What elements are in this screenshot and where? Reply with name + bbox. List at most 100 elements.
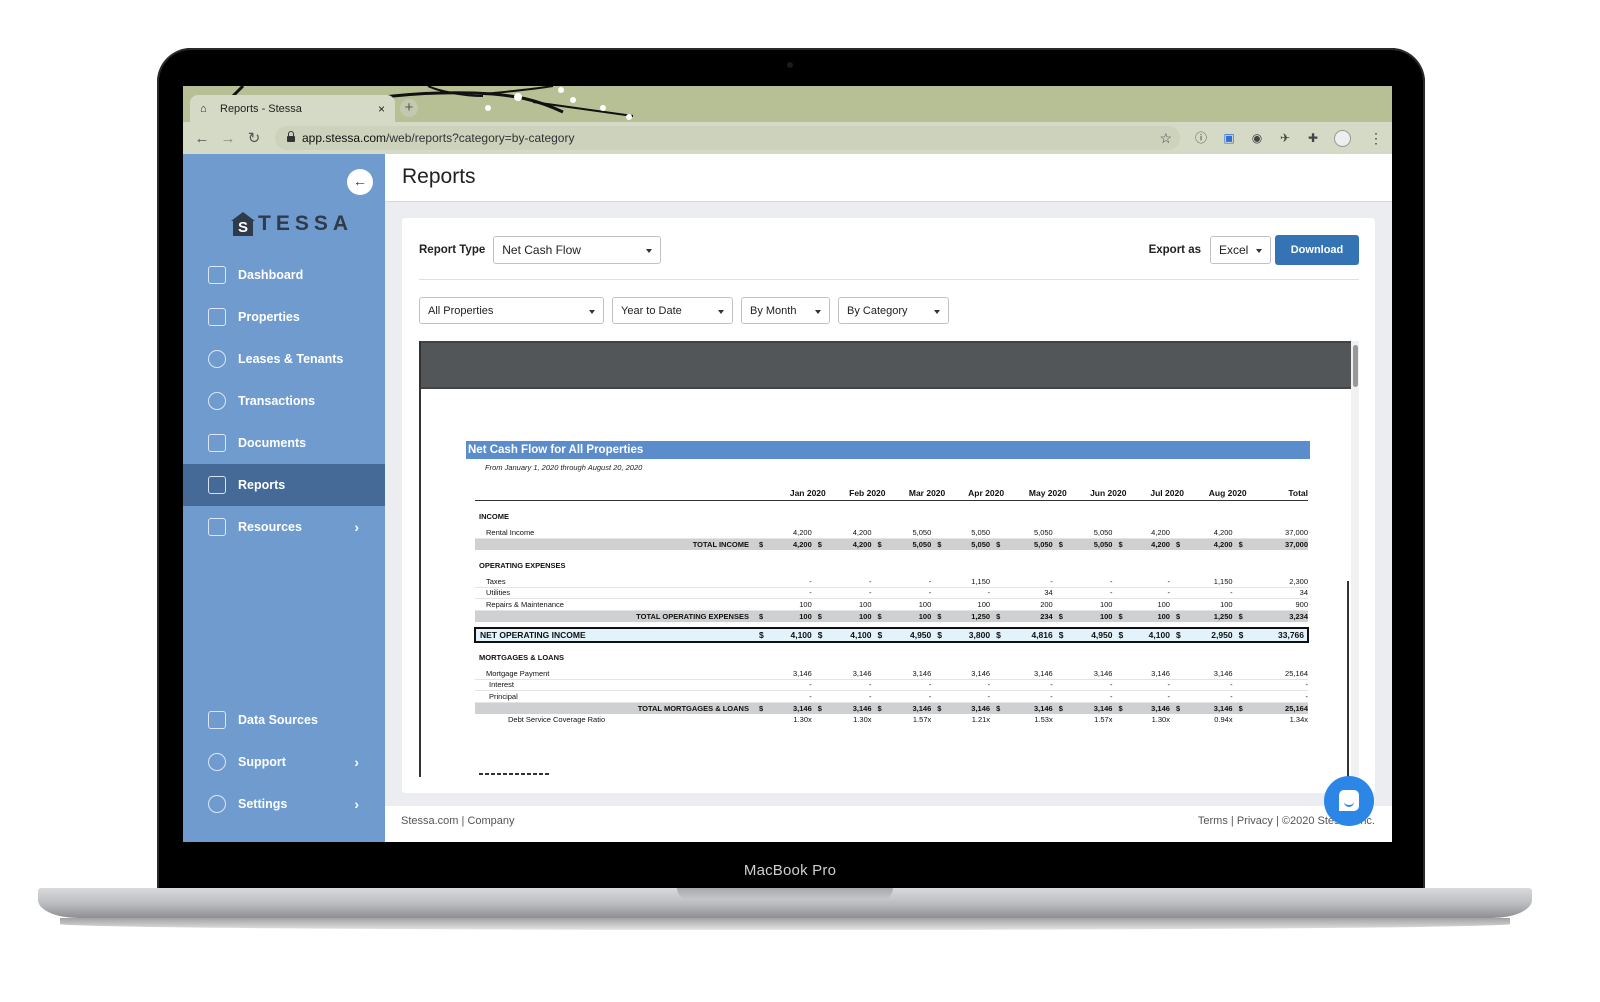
bird-extension-icon[interactable]: ✈ bbox=[1278, 131, 1292, 145]
currency-symbol: $ bbox=[811, 610, 826, 622]
table-row: Repairs & Maintenance 100 100 100 100 200 100 1… bbox=[475, 598, 1308, 611]
sidebar-item-transactions[interactable]: Transactions bbox=[183, 380, 385, 422]
section-heading-row: INCOME bbox=[475, 501, 1308, 527]
cell-value: 25,164 bbox=[1246, 667, 1308, 680]
export-format-select[interactable]: Excel bbox=[1210, 236, 1271, 264]
currency-symbol: $ bbox=[752, 610, 767, 622]
cell-value: - bbox=[825, 587, 872, 599]
currency-symbol bbox=[990, 714, 1004, 726]
table-row: Utilities - - - - 34 - - - 34 bbox=[475, 587, 1308, 599]
sidebar-item-dashboard[interactable]: Dashboard bbox=[183, 254, 385, 296]
scrollbar-thumb[interactable] bbox=[1353, 345, 1358, 387]
chat-support-button[interactable] bbox=[1324, 776, 1374, 826]
currency-symbol bbox=[811, 526, 826, 539]
caret-down-icon bbox=[718, 310, 724, 314]
currency-symbol bbox=[1232, 575, 1247, 588]
currency-symbol bbox=[1052, 526, 1067, 539]
more-menu-icon[interactable]: ⋮ bbox=[1369, 130, 1383, 147]
puzzle-extension-icon[interactable]: ✚ bbox=[1306, 131, 1320, 145]
bookmark-star-icon[interactable]: ☆ bbox=[1159, 130, 1172, 147]
currency-symbol: $ bbox=[931, 610, 946, 622]
cell-value: 4,100 bbox=[825, 626, 872, 643]
currency-symbol bbox=[931, 598, 946, 611]
sidebar-item-support[interactable]: Support › bbox=[183, 741, 385, 783]
cell-value: 100 bbox=[825, 610, 872, 622]
currency-symbol bbox=[1112, 587, 1127, 599]
sidebar-item-documents[interactable]: Documents bbox=[183, 422, 385, 464]
report-type-select[interactable]: Net Cash Flow bbox=[493, 236, 662, 264]
close-tab-icon[interactable]: × bbox=[378, 102, 385, 116]
cell-value: - bbox=[766, 587, 812, 599]
download-button[interactable]: Download bbox=[1275, 235, 1359, 265]
section-heading: INCOME bbox=[479, 511, 509, 521]
grouping-filter-select[interactable]: By Category bbox=[838, 297, 949, 324]
preview-scrollbar[interactable] bbox=[1351, 341, 1359, 777]
footer-link-privacy[interactable]: Privacy bbox=[1237, 815, 1273, 827]
caret-down-icon bbox=[815, 310, 821, 314]
currency-symbol bbox=[1112, 679, 1127, 691]
row-label: Repairs & Maintenance bbox=[475, 598, 753, 611]
sidebar-item-data-sources[interactable]: Data Sources bbox=[183, 699, 385, 741]
export-label: Export as bbox=[1148, 244, 1201, 256]
cell-value: - bbox=[885, 587, 932, 599]
cell-value: - bbox=[885, 679, 932, 691]
cell-value: 4,200 bbox=[825, 538, 872, 550]
sidebar-item-leases-tenants[interactable]: Leases & Tenants bbox=[183, 338, 385, 380]
currency-symbol: $ bbox=[811, 538, 826, 550]
sidebar-item-properties[interactable]: Properties bbox=[183, 296, 385, 338]
profile-avatar[interactable] bbox=[1334, 129, 1351, 147]
table-row: Interest - - - - - - - - - bbox=[475, 679, 1308, 691]
currency-symbol bbox=[871, 690, 886, 703]
report-filters: All Properties Year to Date By Month By … bbox=[419, 297, 949, 324]
currency-symbol: $ bbox=[1169, 626, 1184, 643]
tag-extension-icon[interactable]: ▣ bbox=[1222, 131, 1236, 145]
cell-value: - bbox=[1066, 690, 1113, 703]
cell-value: 1.57x bbox=[1094, 714, 1113, 724]
page-title: Reports bbox=[402, 165, 476, 188]
info-extension-icon[interactable]: ⓘ bbox=[1194, 131, 1208, 145]
cell-value: 3,800 bbox=[945, 626, 991, 643]
main-content: Reports Report Type Net Cash Flow Export… bbox=[385, 154, 1392, 842]
cell-value: - bbox=[1183, 587, 1233, 599]
currency-symbol: $ bbox=[871, 610, 886, 622]
camera-extension-icon[interactable]: ◉ bbox=[1250, 131, 1264, 145]
cell-value: 4,200 bbox=[1126, 526, 1170, 539]
new-tab-button[interactable]: + bbox=[400, 99, 418, 117]
row-label: TOTAL OPERATING EXPENSES bbox=[475, 610, 753, 622]
cell-value: 3,146 bbox=[885, 667, 932, 680]
period-filter-select[interactable]: Year to Date bbox=[612, 297, 733, 324]
cell-value: - bbox=[1246, 679, 1308, 691]
footer-link-company[interactable]: Company bbox=[467, 815, 514, 827]
cell-value: - bbox=[1183, 679, 1233, 691]
column-header: Feb 2020 bbox=[825, 486, 886, 501]
sidebar-item-settings[interactable]: Settings › bbox=[183, 783, 385, 825]
report-preview[interactable]: Net Cash Flow for All Properties From Ja… bbox=[419, 341, 1359, 777]
sidebar-item-reports[interactable]: Reports bbox=[183, 464, 385, 506]
forward-icon[interactable]: → bbox=[215, 130, 241, 147]
collapse-sidebar-button[interactable]: ← bbox=[347, 169, 373, 195]
properties-filter-select[interactable]: All Properties bbox=[419, 297, 604, 324]
cell-value: 5,050 bbox=[885, 526, 932, 539]
address-bar[interactable]: app.stessa.com/web/reports?category=by-c… bbox=[275, 126, 1180, 150]
currency-symbol bbox=[811, 575, 826, 588]
footer-link-terms[interactable]: Terms bbox=[1198, 815, 1228, 827]
stessa-logo[interactable]: S TESSA bbox=[231, 212, 353, 236]
browser-tab-reports[interactable]: ⌂ Reports - Stessa × bbox=[190, 95, 395, 122]
report-date-range: From January 1, 2020 through August 20, … bbox=[485, 463, 643, 472]
cell-value: - bbox=[885, 690, 932, 703]
currency-symbol bbox=[990, 690, 1005, 703]
cell-value: 3,146 bbox=[1183, 702, 1233, 714]
currency-symbol bbox=[1112, 714, 1126, 726]
reload-icon[interactable]: ↻ bbox=[241, 129, 267, 147]
sidebar-item-resources[interactable]: Resources › bbox=[183, 506, 385, 548]
url-text[interactable]: app.stessa.com/web/reports?category=by-c… bbox=[302, 131, 574, 145]
footer-link-stessa[interactable]: Stessa.com bbox=[401, 815, 458, 827]
cell-value: 2,300 bbox=[1246, 575, 1308, 588]
divider bbox=[419, 279, 1359, 280]
interval-filter-select[interactable]: By Month bbox=[741, 297, 830, 324]
currency-symbol: $ bbox=[1112, 702, 1127, 714]
currency-symbol: $ bbox=[1112, 626, 1127, 643]
screen: ⌂ Reports - Stessa × + ← → ↻ app.stessa.… bbox=[183, 86, 1392, 842]
back-icon[interactable]: ← bbox=[189, 130, 215, 147]
cell-value: 4,950 bbox=[1066, 626, 1113, 643]
